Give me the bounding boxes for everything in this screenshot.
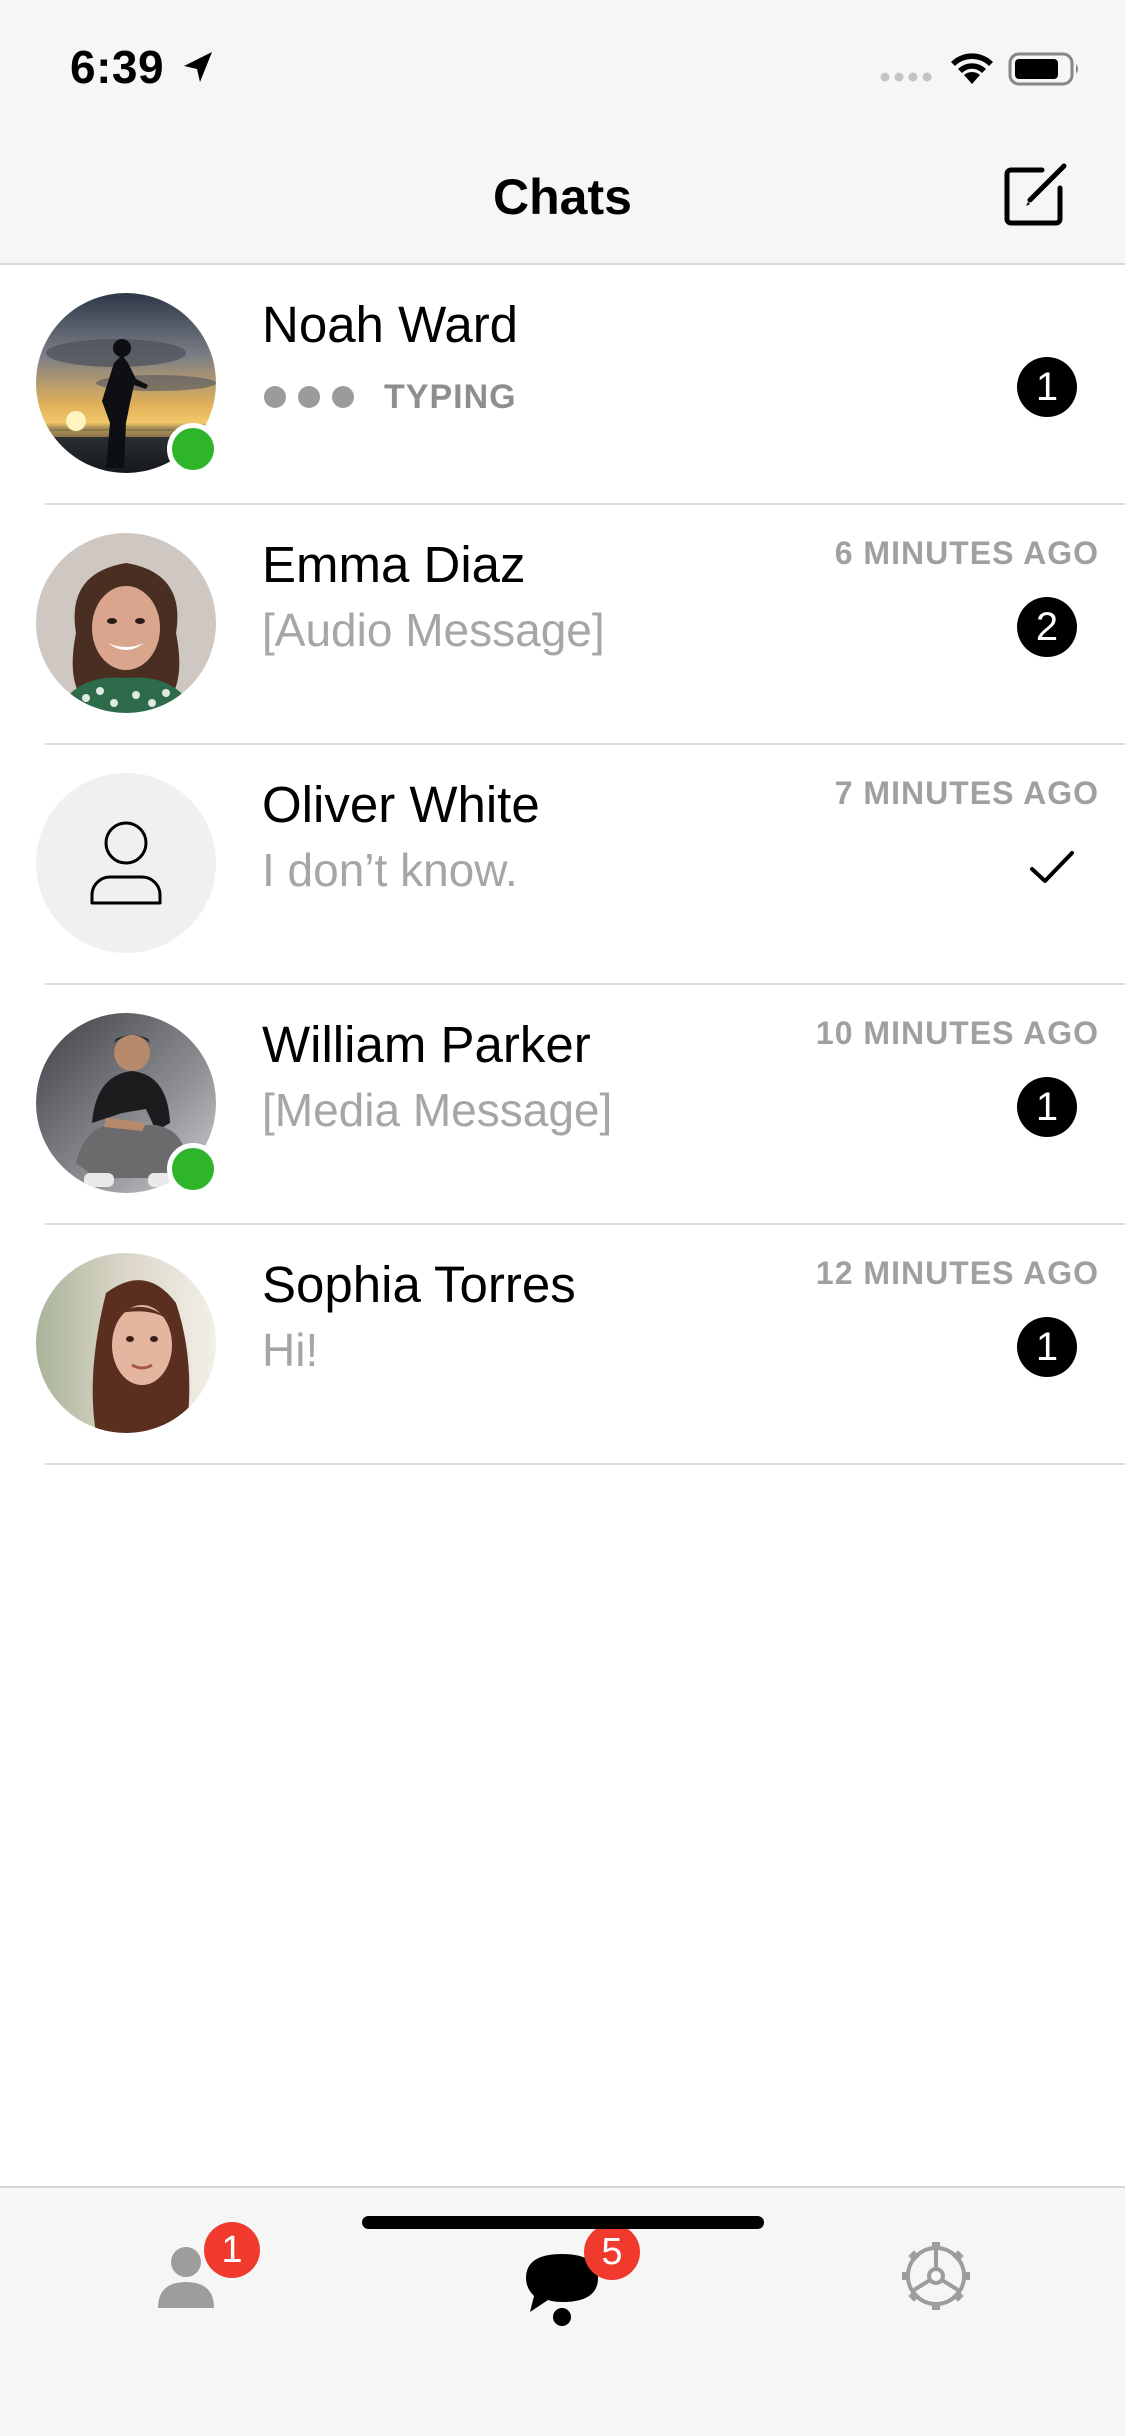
compose-icon[interactable]: [1002, 158, 1072, 228]
chat-list: Noah Ward TYPING 1 Emma Diaz [Audio Mess…: [0, 265, 1125, 1465]
wifi-icon: [951, 53, 993, 84]
default-person-icon: [90, 821, 162, 905]
message-preview: Hi!: [262, 1324, 319, 1376]
contacts-badge: 1: [204, 2222, 260, 2278]
unread-badge: 2: [1017, 597, 1077, 657]
divider: [45, 1463, 1125, 1465]
active-tab-indicator: [553, 2308, 571, 2326]
battery-icon: [1008, 52, 1078, 86]
message-preview: [Audio Message]: [262, 604, 605, 656]
page-title: Chats: [493, 169, 632, 225]
chat-row-emma-diaz[interactable]: Emma Diaz [Audio Message] 6 MINUTES AGO …: [0, 505, 1125, 745]
message-time: 7 MINUTES AGO: [834, 775, 1099, 811]
message-time: 12 MINUTES AGO: [815, 1255, 1099, 1291]
chat-row-noah-ward[interactable]: Noah Ward TYPING 1: [0, 265, 1125, 505]
typing-indicator: TYPING: [264, 377, 517, 417]
top-area: 6:39 Chats: [0, 0, 1125, 265]
unread-badge: 1: [1017, 1317, 1077, 1377]
typing-dot-icon: [332, 386, 354, 408]
typing-label: TYPING: [384, 377, 517, 416]
message-preview: I don’t know.: [262, 844, 518, 896]
contact-name: William Parker: [262, 1016, 591, 1073]
message-time: 10 MINUTES AGO: [815, 1015, 1099, 1051]
unread-badge: 1: [1017, 357, 1077, 417]
gear-icon: [902, 2242, 970, 2310]
avatar: [36, 773, 216, 953]
chat-row-oliver-white[interactable]: Oliver White I don’t know. 7 MINUTES AGO: [0, 745, 1125, 985]
contact-name: Noah Ward: [262, 296, 519, 353]
signal-icon: [880, 72, 932, 82]
checkmark-icon: [1030, 851, 1074, 883]
avatar: [36, 533, 216, 713]
message-preview: [Media Message]: [262, 1084, 613, 1136]
contact-name: Emma Diaz: [262, 536, 526, 593]
tab-contacts[interactable]: 1: [130, 2212, 260, 2332]
tab-settings[interactable]: [876, 2212, 996, 2332]
chat-row-william-parker[interactable]: William Parker [Media Message] 10 MINUTE…: [0, 985, 1125, 1225]
chats-badge: 5: [584, 2224, 640, 2280]
contact-name: Oliver White: [262, 776, 540, 833]
typing-dot-icon: [298, 386, 320, 408]
online-indicator: [167, 1143, 219, 1195]
avatar: [36, 1253, 216, 1433]
location-arrow-icon: [184, 52, 212, 82]
contact-name: Sophia Torres: [262, 1256, 576, 1313]
home-indicator[interactable]: [362, 2216, 764, 2229]
message-time: 6 MINUTES AGO: [834, 535, 1099, 571]
unread-badge: 1: [1017, 1077, 1077, 1137]
chat-row-sophia-torres[interactable]: Sophia Torres Hi! 12 MINUTES AGO 1: [0, 1225, 1125, 1465]
status-time: 6:39: [70, 41, 165, 93]
online-indicator: [167, 423, 219, 475]
typing-dot-icon: [264, 386, 286, 408]
